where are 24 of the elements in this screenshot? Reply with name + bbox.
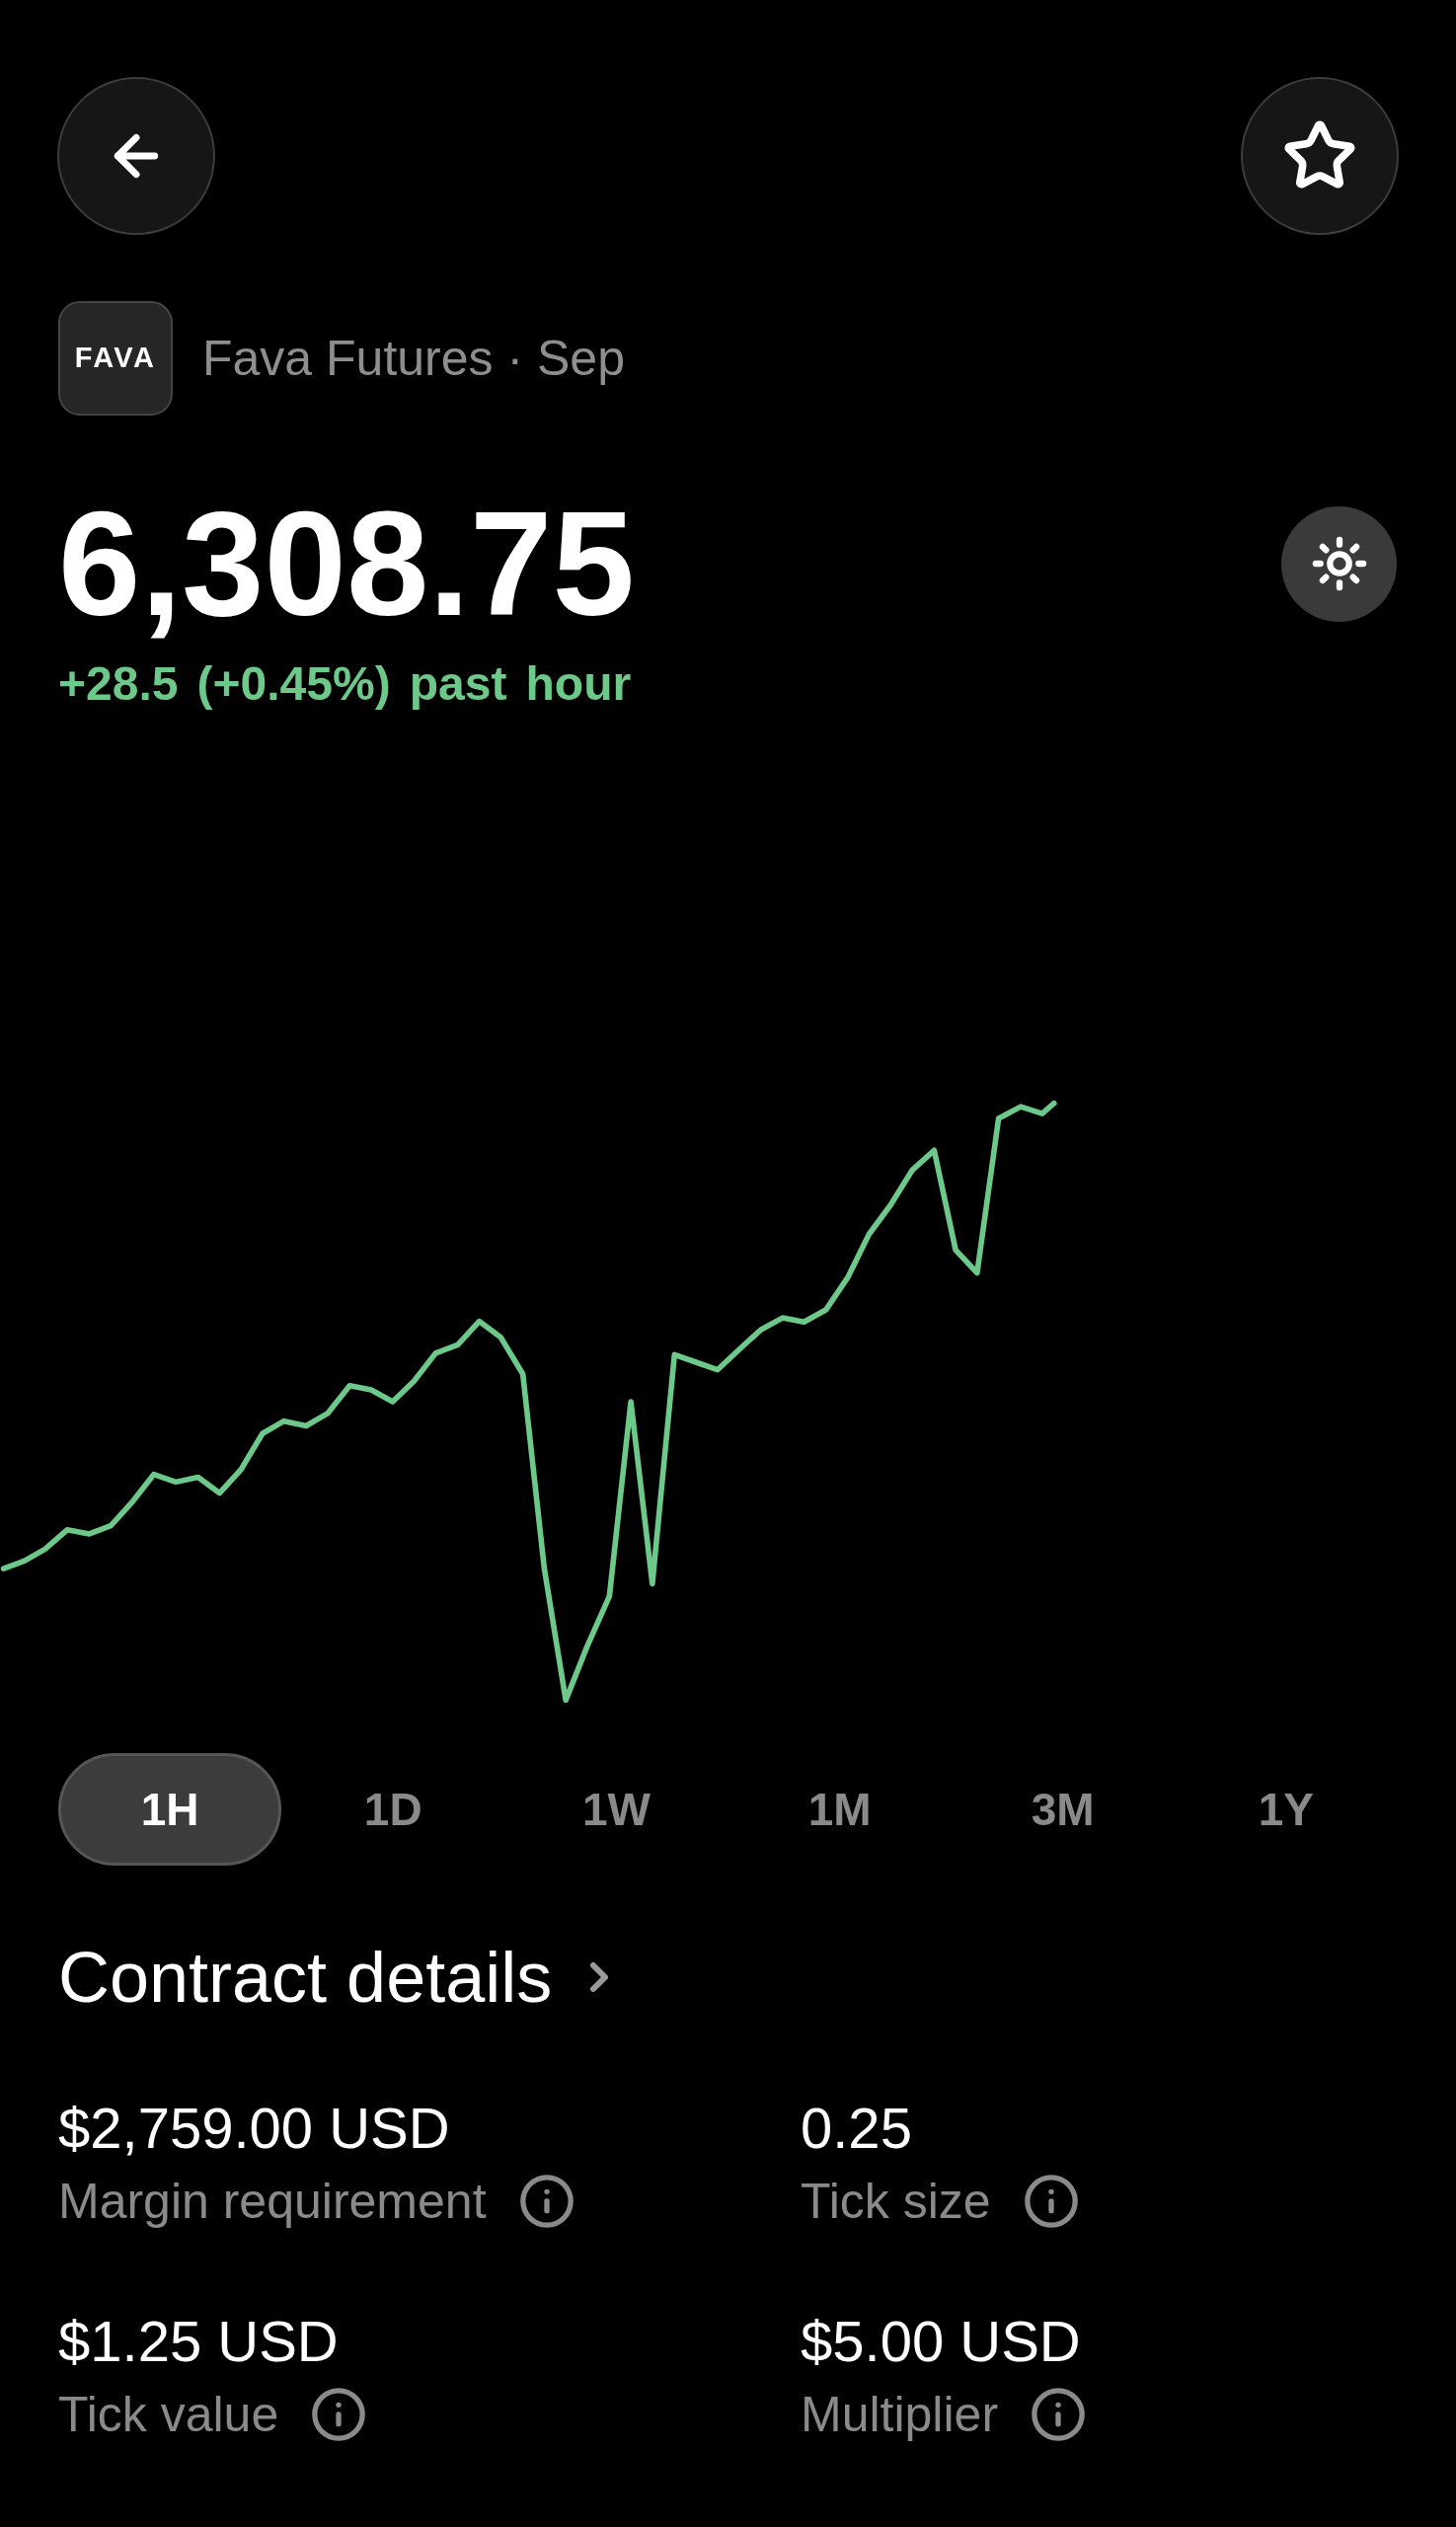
detail-label: Margin requirement <box>58 2176 487 2226</box>
brand-logo: FAVA <box>58 301 173 416</box>
time-range-tab[interactable]: 3M <box>951 1753 1175 1866</box>
instrument-name: Fava Futures · Sep <box>202 334 625 383</box>
info-icon[interactable] <box>1030 2385 1088 2443</box>
contract-details-link[interactable]: Contract details <box>58 1942 624 2013</box>
detail-value: $1.25 USD <box>58 2313 340 2370</box>
detail-label: Multiplier <box>801 2389 999 2439</box>
time-range-tab[interactable]: 1W <box>504 1753 728 1866</box>
detail-value: $5.00 USD <box>801 2313 1082 2370</box>
time-range-tab[interactable]: 1D <box>281 1753 505 1866</box>
sun-icon <box>1310 535 1368 592</box>
detail-value: $2,759.00 USD <box>58 2100 451 2157</box>
info-icon[interactable] <box>1022 2172 1080 2230</box>
detail-label: Tick value <box>58 2389 279 2439</box>
detail-value: 0.25 <box>801 2100 913 2157</box>
price-value: 6,308.75 <box>58 490 635 638</box>
time-range-tab[interactable]: 1Y <box>1174 1753 1398 1866</box>
info-icon[interactable] <box>310 2385 368 2443</box>
info-icon[interactable] <box>517 2172 575 2230</box>
time-range-tab[interactable]: 1H <box>58 1753 282 1866</box>
price-change-text: +28.5 (+0.45%) past hour <box>58 657 632 710</box>
detail-label: Tick size <box>801 2176 991 2226</box>
time-range-tab[interactable]: 1M <box>728 1753 952 1866</box>
